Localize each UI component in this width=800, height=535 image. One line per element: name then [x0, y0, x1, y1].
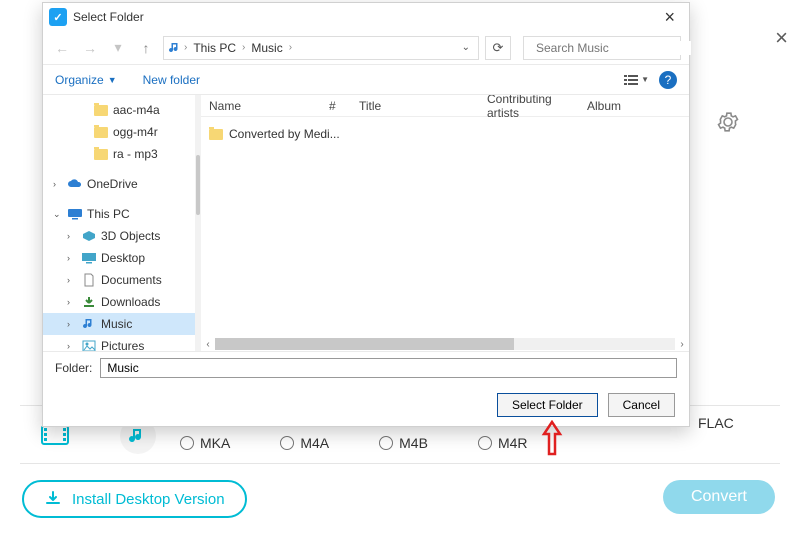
- nav-back-button[interactable]: ←: [51, 40, 73, 56]
- cancel-button[interactable]: Cancel: [608, 393, 675, 417]
- format-label: M4R: [498, 435, 528, 451]
- format-mka[interactable]: MKA: [180, 435, 230, 451]
- col-artists[interactable]: Contributing artists: [479, 95, 579, 120]
- music-icon: [168, 41, 182, 55]
- folder-icon: [209, 129, 223, 140]
- chevron-down-icon: ▼: [641, 75, 649, 84]
- nav-forward-button[interactable]: →: [79, 40, 101, 56]
- select-folder-dialog: ✓ Select Folder × ← → ▾ ↑ › This PC › Mu…: [42, 2, 690, 427]
- new-folder-button[interactable]: New folder: [143, 73, 200, 87]
- nav-recent-dropdown[interactable]: ▾: [107, 39, 129, 56]
- tree-folder[interactable]: ogg-m4r: [43, 121, 195, 143]
- format-label: M4B: [399, 435, 428, 451]
- item-icon: [81, 340, 97, 351]
- item-icon: [81, 317, 97, 331]
- item-icon: [81, 273, 97, 287]
- file-name: Converted by Medi...: [229, 127, 340, 141]
- tree-pc-music[interactable]: ›Music: [43, 313, 195, 335]
- dialog-close-button[interactable]: ×: [656, 7, 683, 28]
- format-label: M4A: [300, 435, 329, 451]
- select-folder-button[interactable]: Select Folder: [497, 393, 598, 417]
- dialog-titlebar: ✓ Select Folder ×: [43, 3, 689, 31]
- dialog-title: Select Folder: [73, 10, 144, 24]
- format-m4a[interactable]: M4A: [280, 435, 329, 451]
- dialog-toolbar: Organize ▼ New folder ▼ ?: [43, 65, 689, 95]
- tree-pc-downloads[interactable]: ›Downloads: [43, 291, 195, 313]
- folder-input-row: Folder:: [43, 352, 689, 384]
- item-icon: [81, 230, 97, 242]
- format-m4b[interactable]: M4B: [379, 435, 428, 451]
- scroll-track[interactable]: [215, 338, 675, 350]
- item-icon: [81, 252, 97, 264]
- dialog-actions: Select Folder Cancel: [43, 384, 689, 426]
- help-button[interactable]: ?: [659, 71, 677, 89]
- app-close-icon[interactable]: ×: [775, 25, 788, 51]
- refresh-button[interactable]: ⟳: [485, 36, 511, 60]
- format-radio-group: MKA M4A M4B M4R: [180, 435, 528, 451]
- col-name[interactable]: Name: [201, 99, 321, 113]
- view-mode-button[interactable]: ▼: [623, 73, 649, 87]
- item-icon: [81, 295, 97, 309]
- scroll-right-button[interactable]: ›: [675, 339, 689, 350]
- chevron-right-icon: ›: [242, 42, 245, 53]
- tree-folder[interactable]: ra - mp3: [43, 143, 195, 165]
- tree-splitter[interactable]: [195, 95, 201, 351]
- annotation-arrow-icon: [540, 420, 564, 456]
- tree-pc-3d-objects[interactable]: ›3D Objects: [43, 225, 195, 247]
- organize-menu[interactable]: Organize ▼: [55, 73, 117, 87]
- breadcrumb-thispc[interactable]: This PC: [189, 41, 240, 55]
- tree-thispc[interactable]: ⌄This PC: [43, 203, 195, 225]
- install-desktop-button[interactable]: Install Desktop Version: [22, 480, 247, 518]
- tree-pc-desktop[interactable]: ›Desktop: [43, 247, 195, 269]
- breadcrumb[interactable]: › This PC › Music › ⌄: [163, 36, 479, 60]
- tree-folder[interactable]: aac-m4a: [43, 99, 195, 121]
- folder-label: Folder:: [55, 361, 92, 375]
- folder-input[interactable]: [100, 358, 677, 378]
- horizontal-scrollbar[interactable]: ‹ ›: [201, 337, 689, 351]
- convert-button[interactable]: Convert: [663, 480, 775, 514]
- nav-up-button[interactable]: ↑: [135, 40, 157, 56]
- breadcrumb-music[interactable]: Music: [247, 41, 286, 55]
- format-flac-label: FLAC: [698, 415, 734, 431]
- chevron-right-icon: ›: [184, 42, 187, 53]
- settings-icon[interactable]: [716, 110, 740, 134]
- folder-tree[interactable]: aac-m4a ogg-m4r ra - mp3 ›OneDrive ⌄This…: [43, 95, 195, 351]
- format-label: MKA: [200, 435, 230, 451]
- search-box[interactable]: [523, 36, 681, 60]
- navigation-bar: ← → ▾ ↑ › This PC › Music › ⌄ ⟳: [43, 31, 689, 65]
- scroll-left-button[interactable]: ‹: [201, 339, 215, 350]
- search-input[interactable]: [536, 41, 691, 55]
- download-icon: [44, 490, 62, 508]
- scroll-thumb[interactable]: [215, 338, 514, 350]
- col-title[interactable]: Title: [351, 99, 479, 113]
- app-icon: ✓: [49, 8, 67, 26]
- tree-pc-documents[interactable]: ›Documents: [43, 269, 195, 291]
- col-number[interactable]: #: [321, 99, 351, 113]
- file-list[interactable]: Converted by Medi...: [201, 117, 689, 337]
- chevron-down-icon: ▼: [108, 75, 117, 85]
- divider: [20, 463, 780, 464]
- tree-onedrive[interactable]: ›OneDrive: [43, 173, 195, 195]
- col-album[interactable]: Album: [579, 99, 689, 113]
- breadcrumb-dropdown[interactable]: ⌄: [458, 42, 474, 53]
- format-m4r[interactable]: M4R: [478, 435, 528, 451]
- tree-pc-pictures[interactable]: ›Pictures: [43, 335, 195, 351]
- column-headers: Name # Title Contributing artists Album: [201, 95, 689, 117]
- file-row[interactable]: Converted by Medi...: [209, 123, 681, 145]
- install-label: Install Desktop Version: [72, 491, 225, 508]
- chevron-right-icon: ›: [289, 42, 292, 53]
